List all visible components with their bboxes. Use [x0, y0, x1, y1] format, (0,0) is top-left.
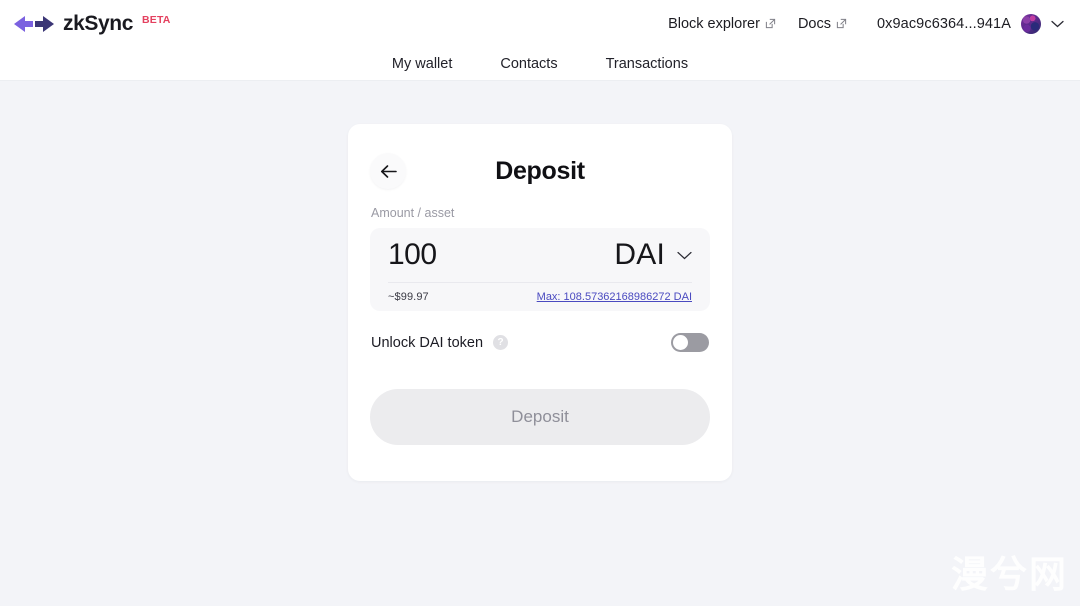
brand-logo[interactable]: zkSync BETA: [12, 12, 171, 36]
main-navigation: My wallet Contacts Transactions: [0, 47, 1080, 81]
card-header: Deposit: [370, 146, 710, 196]
tab-contacts[interactable]: Contacts: [496, 54, 561, 74]
main-content: Deposit Amount / asset DAI ~$99.97 Max: …: [0, 81, 1080, 606]
brand-name: zkSync: [63, 11, 133, 35]
question-mark-icon[interactable]: ?: [493, 335, 509, 350]
account-menu[interactable]: 0x9ac9c6364...941A: [876, 13, 1064, 34]
deposit-card: Deposit Amount / asset DAI ~$99.97 Max: …: [348, 124, 732, 481]
block-explorer-link[interactable]: Block explorer: [668, 16, 776, 32]
account-blockie-avatar: [1021, 13, 1041, 34]
amount-input-container: DAI ~$99.97 Max: 108.57362168986272 DAI: [370, 228, 710, 311]
page-title: Deposit: [495, 156, 585, 185]
unlock-token-label: Unlock DAI token: [371, 334, 484, 351]
chevron-down-icon: [677, 251, 692, 259]
chevron-down-icon: [1051, 20, 1064, 27]
amount-input-row: DAI: [388, 238, 692, 283]
beta-badge: BETA: [141, 13, 171, 26]
account-address: 0x9ac9c6364...941A: [876, 15, 1011, 32]
max-amount-link[interactable]: Max: 108.57362168986272 DAI: [537, 291, 692, 303]
toggle-knob: [673, 335, 688, 350]
back-button[interactable]: [370, 153, 406, 189]
docs-label: Docs: [797, 15, 831, 32]
unlock-token-toggle[interactable]: [671, 333, 709, 352]
header-right-group: Block explorer Docs 0x9ac9c6364...941A: [668, 13, 1064, 34]
tab-my-wallet[interactable]: My wallet: [388, 54, 456, 74]
site-watermark: 漫兮网: [951, 553, 1068, 596]
amount-field-label: Amount / asset: [371, 206, 455, 220]
external-link-icon: [836, 18, 847, 29]
arrow-left-icon: [380, 164, 397, 178]
fiat-approx-value: ~$99.97: [388, 291, 429, 303]
token-selector[interactable]: DAI: [614, 238, 692, 272]
block-explorer-label: Block explorer: [668, 15, 760, 32]
amount-input[interactable]: [388, 238, 578, 272]
external-link-icon: [765, 18, 776, 29]
amount-meta-row: ~$99.97 Max: 108.57362168986272 DAI: [388, 283, 692, 303]
token-symbol: DAI: [614, 238, 665, 271]
unlock-token-row: Unlock DAI token ?: [370, 333, 710, 352]
top-header: zkSync BETA Block explorer Docs 0x9ac9c6…: [0, 0, 1080, 47]
tab-transactions[interactable]: Transactions: [602, 54, 692, 74]
zksync-double-arrow-logo: [14, 15, 54, 32]
docs-link[interactable]: Docs: [798, 16, 847, 32]
deposit-submit-button[interactable]: Deposit: [370, 389, 710, 445]
